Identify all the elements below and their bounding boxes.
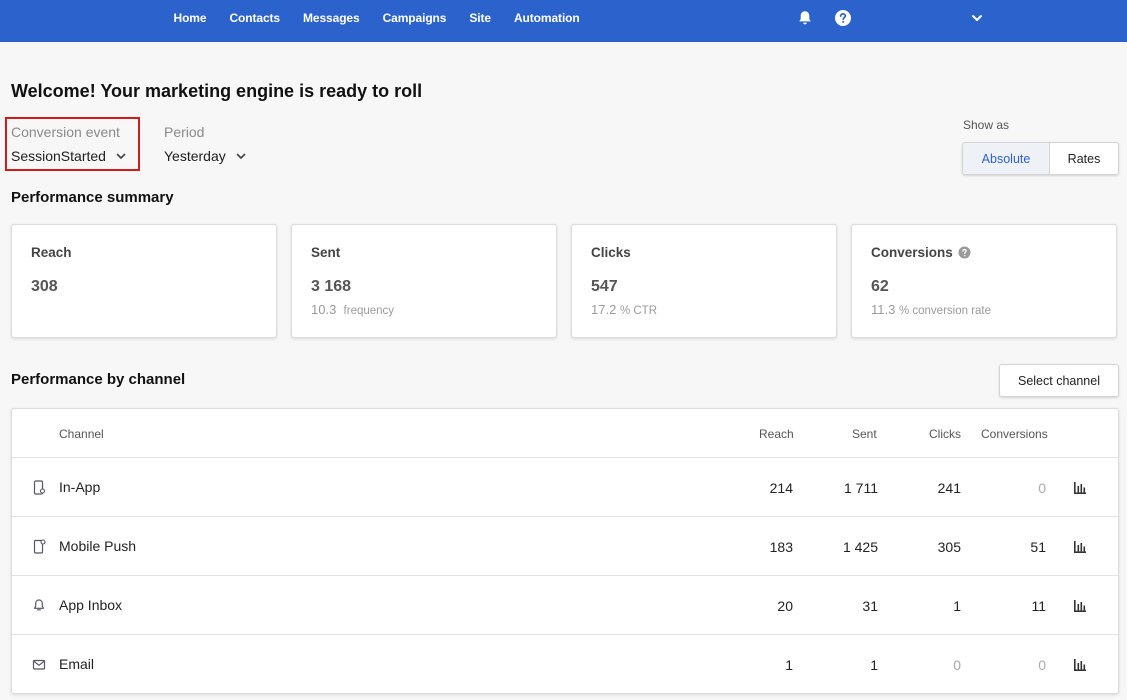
nav-campaigns[interactable]: Campaigns bbox=[371, 11, 458, 25]
column-reach[interactable]: Reach bbox=[759, 427, 794, 441]
mobile-push-icon bbox=[33, 539, 46, 554]
conversions-value: 0 bbox=[1038, 657, 1046, 673]
channel-table: Channel Reach Sent Clicks Conversions In… bbox=[11, 408, 1119, 694]
card-title-row: Conversions bbox=[871, 245, 1116, 260]
nav-home[interactable]: Home bbox=[162, 11, 218, 25]
absolute-button[interactable]: Absolute bbox=[963, 143, 1050, 174]
channel-name: App Inbox bbox=[59, 597, 123, 613]
bar-chart-icon[interactable] bbox=[1073, 658, 1087, 672]
channel-name: Email bbox=[59, 656, 95, 672]
sent-card: Sent 3 168 10.3 frequency bbox=[291, 224, 557, 338]
column-sent[interactable]: Sent bbox=[852, 427, 877, 441]
column-conversions[interactable]: Conversions bbox=[981, 427, 1048, 441]
card-subtext: 10.3 frequency bbox=[311, 302, 556, 317]
email-icon bbox=[32, 659, 46, 670]
card-sub-label: frequency bbox=[343, 305, 395, 317]
reach-card: Reach 308 bbox=[11, 224, 277, 338]
channel-name: Mobile Push bbox=[59, 538, 137, 554]
reach-value: 214 bbox=[769, 480, 793, 496]
card-sub-value: 17.2 bbox=[591, 302, 617, 317]
clicks-card: Clicks 547 17.2 % CTR bbox=[571, 224, 837, 338]
card-subtext: 11.3 % conversion rate bbox=[871, 302, 1116, 317]
conversions-card: Conversions 62 11.3 % conversion rate bbox=[851, 224, 1117, 338]
in-app-icon bbox=[33, 480, 46, 495]
table-row[interactable]: Email 1 1 0 0 bbox=[12, 635, 1118, 693]
chevron-down-icon bbox=[116, 153, 126, 159]
bar-chart-icon[interactable] bbox=[1073, 481, 1087, 495]
page-title: Welcome! Your marketing engine is ready … bbox=[11, 81, 423, 101]
channel-name: In-App bbox=[59, 479, 101, 495]
performance-summary-title: Performance summary bbox=[11, 189, 174, 206]
help-icon[interactable] bbox=[834, 9, 852, 27]
rates-button[interactable]: Rates bbox=[1050, 143, 1118, 174]
nav-messages[interactable]: Messages bbox=[292, 11, 372, 25]
sent-value: 1 425 bbox=[842, 539, 878, 555]
chevron-down-icon bbox=[236, 153, 246, 159]
nav-contacts[interactable]: Contacts bbox=[218, 11, 292, 25]
card-title: Clicks bbox=[591, 245, 631, 260]
clicks-value: 305 bbox=[937, 539, 961, 555]
clicks-value: 1 bbox=[953, 598, 961, 614]
card-subtext: 17.2 % CTR bbox=[591, 302, 836, 317]
period-label: Period bbox=[164, 124, 205, 140]
card-value: 62 bbox=[871, 278, 889, 295]
help-icon[interactable] bbox=[958, 246, 971, 259]
table-row[interactable]: In-App 214 1 711 241 0 bbox=[12, 458, 1118, 517]
conversion-event-select[interactable]: Conversion event SessionStarted bbox=[5, 117, 140, 171]
table-row[interactable]: App Inbox 20 31 1 11 bbox=[12, 576, 1118, 635]
bar-chart-icon[interactable] bbox=[1073, 540, 1087, 554]
card-title: Conversions bbox=[871, 245, 953, 260]
sent-value: 1 711 bbox=[844, 480, 878, 496]
table-header: Channel Reach Sent Clicks Conversions bbox=[12, 409, 1118, 458]
card-value: 308 bbox=[31, 278, 58, 295]
select-channel-button[interactable]: Select channel bbox=[999, 364, 1119, 397]
reach-value: 20 bbox=[777, 598, 793, 614]
card-sub-label: % conversion rate bbox=[898, 305, 992, 317]
sent-value: 1 bbox=[870, 657, 878, 673]
bar-chart-icon[interactable] bbox=[1073, 599, 1087, 613]
top-bar: Home Contacts Messages Campaigns Site Au… bbox=[0, 0, 1127, 42]
column-channel[interactable]: Channel bbox=[59, 427, 104, 441]
card-value: 3 168 bbox=[311, 278, 352, 295]
column-clicks[interactable]: Clicks bbox=[929, 427, 961, 441]
conversions-value: 51 bbox=[1030, 539, 1046, 555]
card-sub-value: 10.3 bbox=[311, 302, 337, 317]
bell-icon bbox=[33, 599, 45, 611]
card-title: Sent bbox=[311, 245, 341, 260]
nav-site[interactable]: Site bbox=[458, 11, 503, 25]
card-sub-label: % CTR bbox=[619, 305, 657, 317]
period-value[interactable]: Yesterday bbox=[164, 148, 246, 164]
bell-icon[interactable] bbox=[796, 9, 814, 27]
card-title: Reach bbox=[31, 245, 72, 260]
card-sub-value: 11.3 bbox=[871, 302, 896, 317]
conversions-value: 0 bbox=[1038, 480, 1046, 496]
show-as-label: Show as bbox=[963, 118, 1010, 132]
conversions-value: 11 bbox=[1031, 598, 1046, 614]
conversion-event-text: SessionStarted bbox=[11, 148, 106, 164]
main-nav: Home Contacts Messages Campaigns Site Au… bbox=[162, 0, 591, 36]
conversion-event-label: Conversion event bbox=[11, 124, 120, 140]
period-text: Yesterday bbox=[164, 148, 226, 164]
conversion-event-value[interactable]: SessionStarted bbox=[11, 148, 126, 164]
nav-automation[interactable]: Automation bbox=[502, 11, 591, 25]
sent-value: 31 bbox=[862, 598, 878, 614]
show-as-toggle: Absolute Rates bbox=[962, 142, 1119, 175]
reach-value: 183 bbox=[769, 539, 793, 555]
card-value: 547 bbox=[591, 278, 618, 295]
clicks-value: 241 bbox=[937, 480, 961, 496]
reach-value: 1 bbox=[785, 657, 793, 673]
period-select[interactable]: Period Yesterday bbox=[164, 124, 246, 166]
clicks-value: 0 bbox=[953, 657, 961, 673]
table-row[interactable]: Mobile Push 183 1 425 305 51 bbox=[12, 517, 1118, 576]
chevron-down-icon[interactable] bbox=[968, 9, 986, 27]
performance-by-channel-title: Performance by channel bbox=[11, 371, 186, 388]
